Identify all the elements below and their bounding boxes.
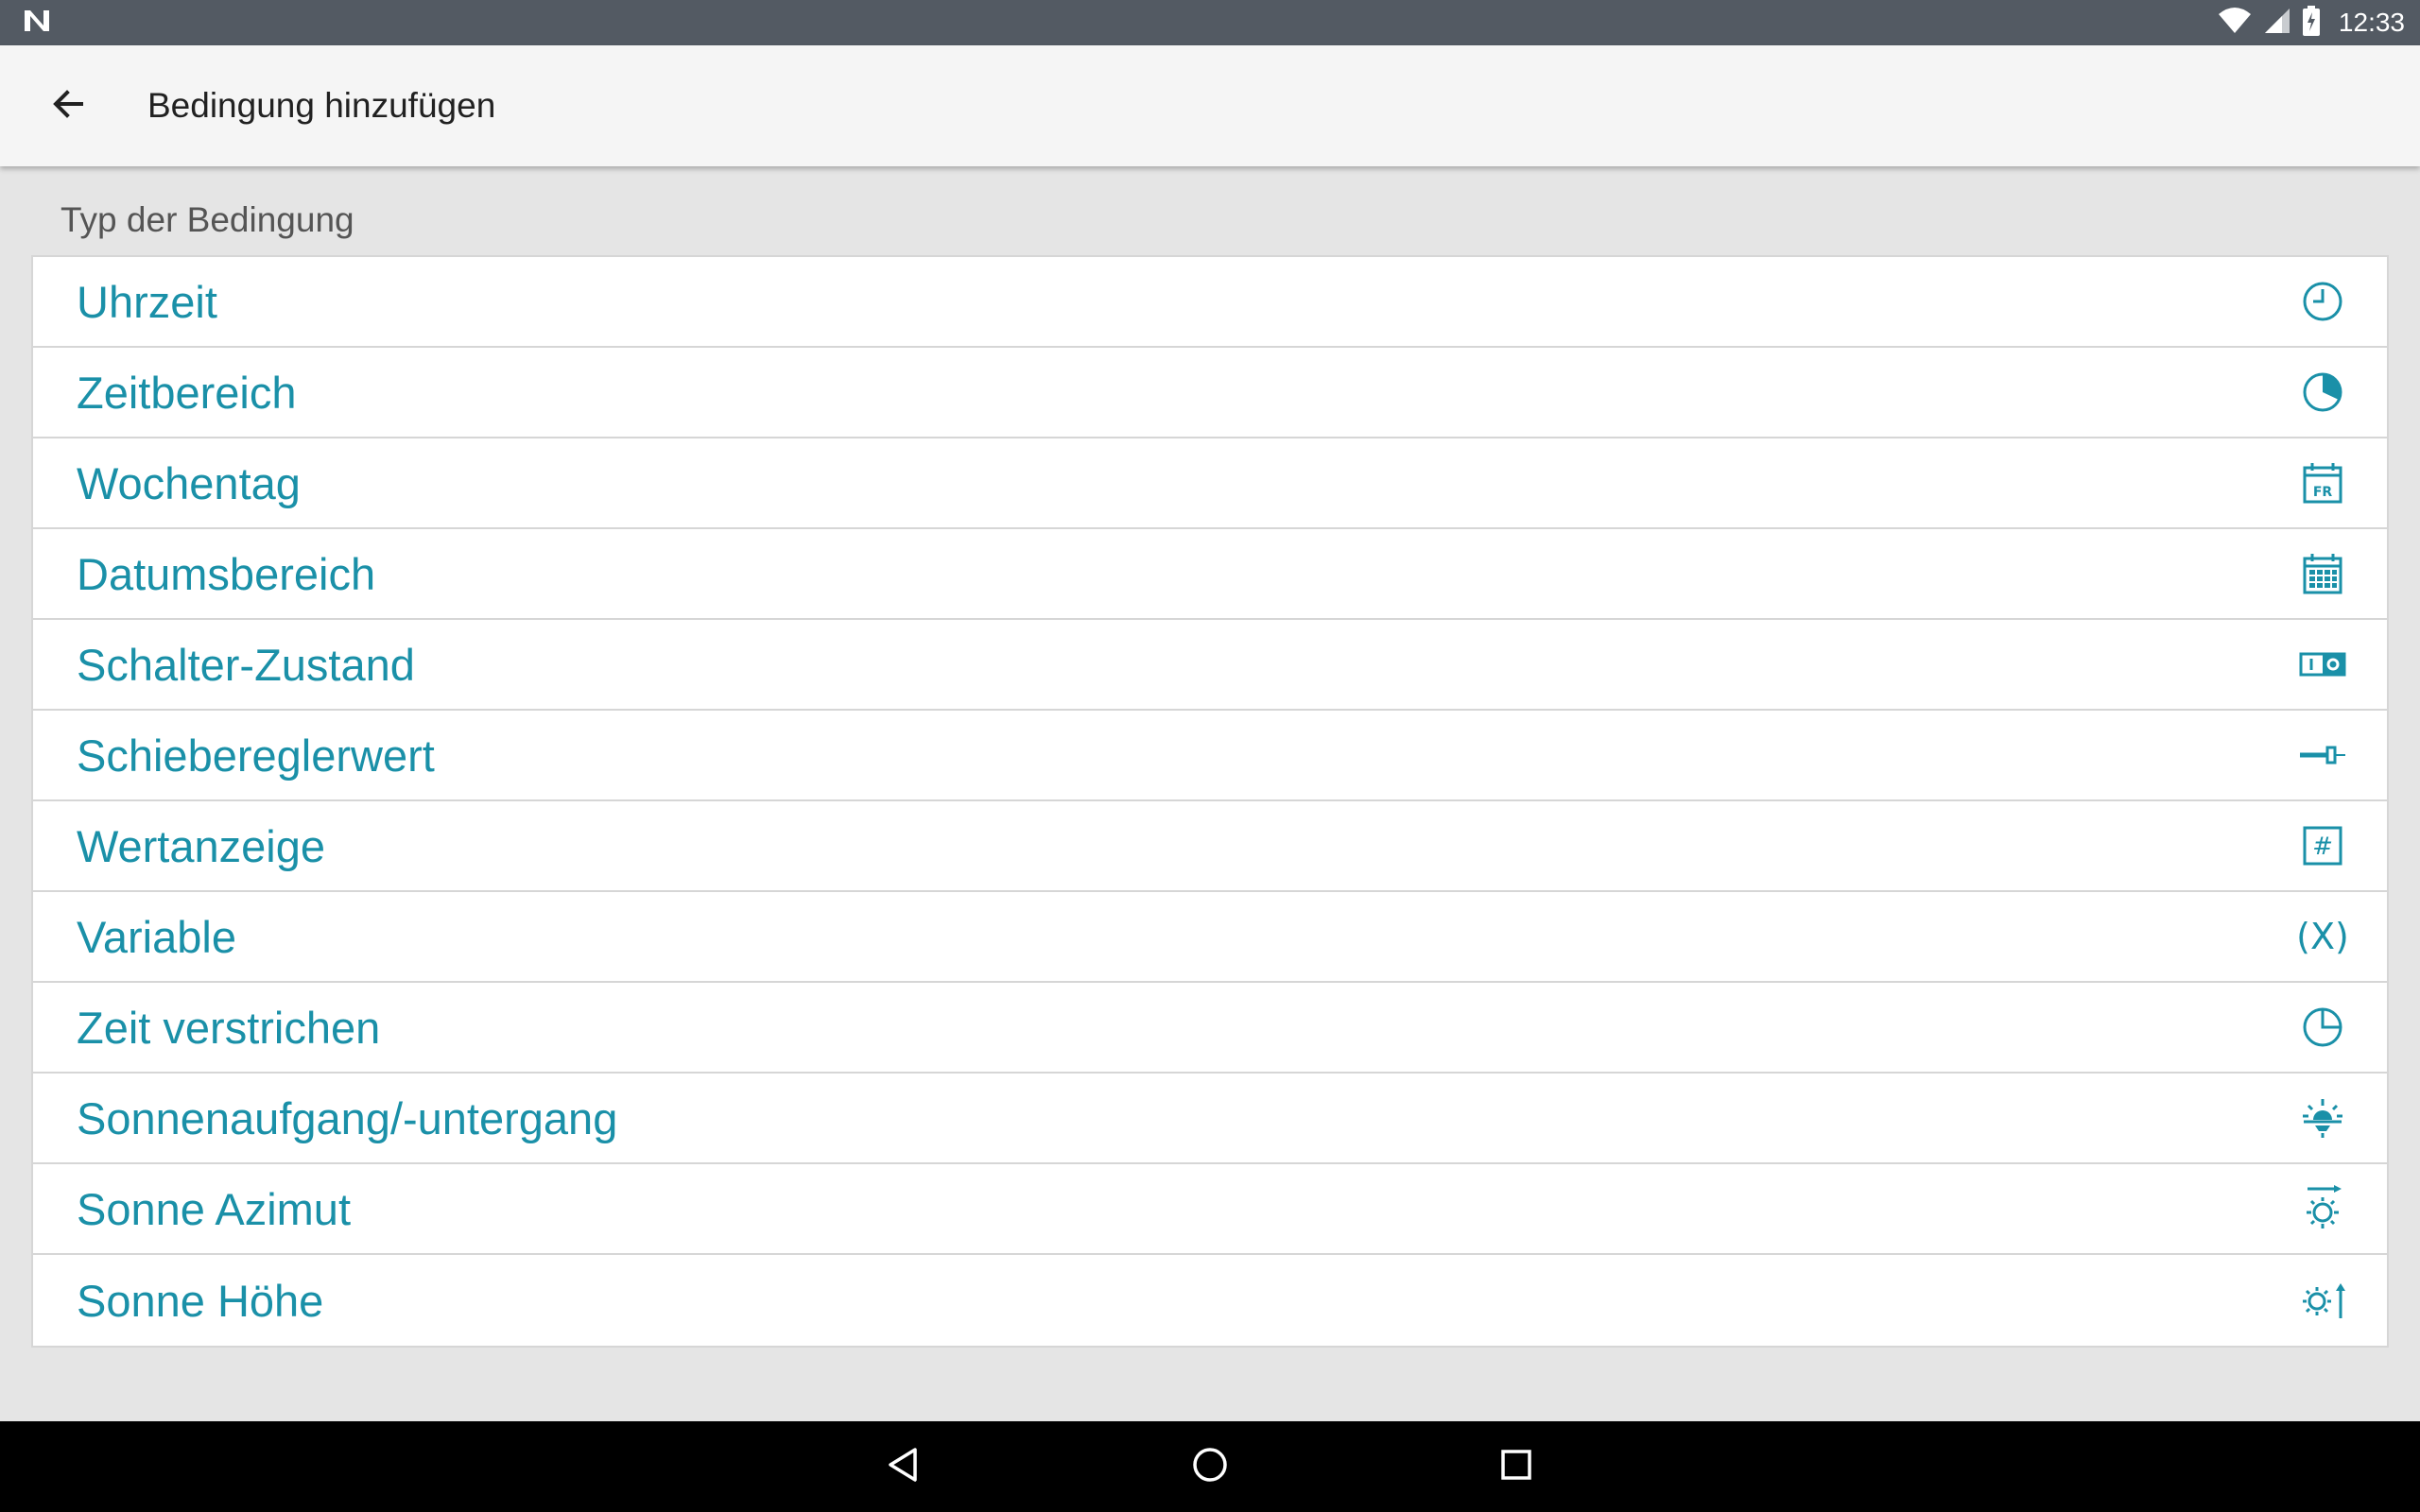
- list-item-sonne-hoehe[interactable]: Sonne Höhe: [33, 1255, 2387, 1346]
- item-label: Sonnenaufgang/-untergang: [77, 1092, 618, 1143]
- sunrise-icon: [2292, 1088, 2353, 1148]
- nav-back-button[interactable]: [858, 1421, 949, 1512]
- condition-type-list: Uhrzeit Zeitbereich Wochentag FR Datumsb…: [31, 255, 2389, 1348]
- status-left: [23, 9, 51, 38]
- slider-icon: [2292, 725, 2353, 785]
- battery-icon: [2302, 5, 2320, 41]
- list-item-zeit-verstrichen[interactable]: Zeit verstrichen: [33, 983, 2387, 1074]
- switch-state-icon: [2292, 634, 2353, 695]
- n-logo-icon: [23, 9, 51, 38]
- back-button[interactable]: [23, 60, 113, 151]
- list-item-wochentag[interactable]: Wochentag FR: [33, 438, 2387, 529]
- nav-home-button[interactable]: [1165, 1421, 1255, 1512]
- svg-text:FR: FR: [2313, 485, 2333, 500]
- list-item-wertanzeige[interactable]: Wertanzeige #: [33, 801, 2387, 892]
- navigation-bar: [0, 1421, 2420, 1512]
- hash-box-icon: #: [2292, 816, 2353, 876]
- nav-back-icon: [885, 1446, 923, 1488]
- item-label: Variable: [77, 911, 236, 962]
- item-label: Zeit verstrichen: [77, 1002, 381, 1053]
- wifi-icon: [2218, 7, 2252, 40]
- list-item-schalter-zustand[interactable]: Schalter-Zustand: [33, 620, 2387, 711]
- status-bar: 12:33: [0, 0, 2420, 45]
- calendar-weekday-icon: FR: [2292, 453, 2353, 513]
- page-title: Bedingung hinzufügen: [147, 86, 496, 125]
- status-right: 12:33: [2218, 5, 2405, 41]
- nav-recents-button[interactable]: [1471, 1421, 1562, 1512]
- item-label: Wertanzeige: [77, 820, 325, 871]
- nav-home-icon: [1191, 1446, 1229, 1488]
- item-label: Datumsbereich: [77, 548, 376, 599]
- list-item-zeitbereich[interactable]: Zeitbereich: [33, 348, 2387, 438]
- app-bar: Bedingung hinzufügen: [0, 45, 2420, 166]
- signal-icon: [2263, 7, 2291, 40]
- sun-elevation-icon: [2292, 1270, 2353, 1331]
- time-range-icon: [2292, 362, 2353, 422]
- list-item-datumsbereich[interactable]: Datumsbereich: [33, 529, 2387, 620]
- clock-icon: [2292, 271, 2353, 332]
- item-label: Sonne Azimut: [77, 1183, 352, 1234]
- arrow-back-icon: [49, 85, 87, 128]
- calendar-range-icon: [2292, 543, 2353, 604]
- svg-text:#: #: [2312, 833, 2333, 861]
- variable-icon-text: (X): [2296, 916, 2349, 957]
- item-label: Schalter-Zustand: [77, 639, 415, 690]
- list-item-sonne-azimut[interactable]: Sonne Azimut: [33, 1164, 2387, 1255]
- status-time: 12:33: [2338, 8, 2405, 37]
- elapsed-time-icon: [2292, 997, 2353, 1057]
- section-header: Typ der Bedingung: [60, 200, 354, 239]
- list-item-variable[interactable]: Variable (X): [33, 892, 2387, 983]
- item-label: Zeitbereich: [77, 367, 297, 418]
- variable-icon: (X): [2292, 906, 2353, 967]
- nav-recents-icon: [1499, 1448, 1533, 1486]
- item-label: Wochentag: [77, 457, 301, 508]
- item-label: Schiebereglerwert: [77, 730, 435, 781]
- item-label: Sonne Höhe: [77, 1275, 324, 1326]
- list-item-sonnenaufgang[interactable]: Sonnenaufgang/-untergang: [33, 1074, 2387, 1164]
- sun-azimuth-icon: [2292, 1178, 2353, 1239]
- item-label: Uhrzeit: [77, 276, 217, 327]
- list-item-schiebereglerwert[interactable]: Schiebereglerwert: [33, 711, 2387, 801]
- list-item-uhrzeit[interactable]: Uhrzeit: [33, 257, 2387, 348]
